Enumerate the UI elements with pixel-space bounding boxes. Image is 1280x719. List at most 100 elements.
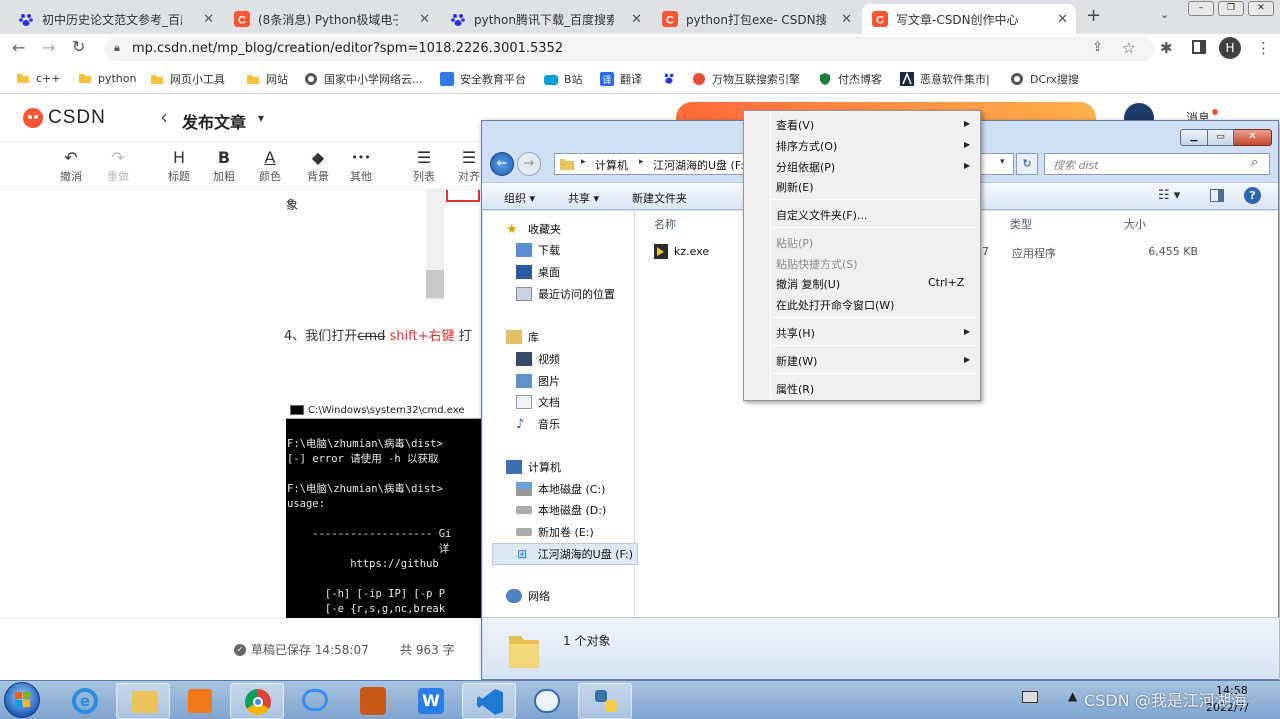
vscode-taskbar-icon[interactable] (462, 683, 516, 719)
breadcrumb-computer[interactable]: 计算机 (595, 157, 628, 173)
minimize-button[interactable]: ▁ (1180, 129, 1208, 146)
close-window-button[interactable]: ✕ (1248, 1, 1274, 16)
column-size[interactable]: 大小 (1124, 216, 1146, 232)
bookmark-web-tools[interactable]: 网页小工具 (150, 71, 225, 87)
bookmark-bilibili[interactable]: B站 (544, 71, 583, 87)
breadcrumb-drive[interactable]: 江河湖海的U盘 (F:) (653, 157, 748, 173)
share-icon[interactable]: ⇪ (1092, 40, 1103, 55)
new-tab-button[interactable]: + (1086, 5, 1101, 26)
nav-desktop[interactable]: 桌面 (516, 264, 560, 280)
nav-pictures[interactable]: 图片 (516, 373, 560, 389)
address-bar[interactable]: 🔒︎ mp.csdn.net/mp_blog/creation/editor?s… (104, 37, 1154, 61)
close-tab-icon[interactable]: ✕ (841, 12, 852, 27)
menu-item-undo-copy[interactable]: 撤消 复制(U) (776, 276, 840, 292)
bookmark-edu-cloud[interactable]: 国家中小学网络云... (304, 71, 423, 87)
nav-downloads[interactable]: 下载 (516, 242, 560, 258)
align-button[interactable]: ☰ 对齐 (456, 148, 482, 184)
close-tab-icon[interactable]: ✕ (1057, 12, 1068, 27)
view-options-icon[interactable]: ☷ ▾ (1158, 188, 1180, 203)
bookmark-translate[interactable]: 译翻译 (600, 71, 642, 87)
nav-drive-d[interactable]: 本地磁盘 (D:) (516, 502, 606, 518)
nav-libraries[interactable]: 库 (506, 329, 539, 345)
menu-item-customize-folder[interactable]: 自定义文件夹(F)... (776, 207, 867, 223)
menu-item-refresh[interactable]: 刷新(E) (776, 179, 814, 195)
bookmark-iot-search[interactable]: 万物互联搜索引擎 (692, 71, 800, 87)
bookmark-fujie-blog[interactable]: 付杰博客 (818, 71, 882, 87)
nav-videos[interactable]: 视频 (516, 351, 560, 367)
tab-5-active[interactable]: C 写文章-CSDN创作中心 ✕ (862, 4, 1076, 34)
column-type[interactable]: 类型 (1010, 216, 1032, 232)
keyboard-icon[interactable] (1022, 691, 1038, 703)
nav-documents[interactable]: 文档 (516, 394, 560, 410)
organize-menu[interactable]: 组织 ▾ (504, 190, 535, 206)
close-tab-icon[interactable]: ✕ (419, 12, 430, 27)
address-dropdown-icon[interactable]: ▾ (1000, 157, 1005, 167)
tab-search-icon[interactable]: ⌄ (1160, 8, 1169, 21)
minimize-button[interactable]: – (1188, 1, 1214, 16)
extensions-icon[interactable]: ✱ (1160, 39, 1173, 57)
tab-2[interactable]: C (8条消息) Python极域电子教室 ✕ (224, 4, 438, 34)
media-player-taskbar-icon[interactable] (172, 683, 226, 719)
nav-drive-f-selected[interactable]: ⊞ 江河湖海的U盘 (F:) (492, 543, 638, 565)
menu-kebab-icon[interactable]: ⋮ (1256, 39, 1271, 57)
chrome-taskbar-icon[interactable] (230, 683, 284, 719)
close-tab-icon[interactable]: ✕ (631, 12, 642, 27)
bold-button[interactable]: B 加粗 (210, 148, 238, 184)
restore-button[interactable]: ❐ (1218, 1, 1244, 16)
baidu-netdisk-taskbar-icon[interactable] (288, 683, 342, 719)
menu-item-open-command-window[interactable]: 在此处打开命令窗口(W) (776, 297, 894, 313)
preview-pane-icon[interactable] (1210, 189, 1224, 202)
bookmark-python[interactable]: python (78, 71, 136, 85)
title-dropdown-caret-icon[interactable]: ▾ (258, 111, 264, 125)
menu-item-sort-by[interactable]: 排序方式(O) (776, 138, 837, 154)
back-chevron-icon[interactable]: ‹ (160, 105, 168, 129)
menu-item-properties[interactable]: 属性(R) (776, 381, 814, 397)
forward-arrow-icon[interactable]: → (42, 38, 55, 57)
nav-music[interactable]: ♪ 音乐 (516, 416, 560, 432)
network-app-taskbar-icon[interactable] (520, 683, 574, 719)
more-button[interactable]: ••• 其他 (346, 148, 376, 184)
explorer-taskbar-icon[interactable] (116, 683, 170, 719)
list-button[interactable]: ☰ 列表 (410, 148, 438, 184)
text-color-button[interactable]: A 颜色 (256, 148, 284, 184)
ie-taskbar-icon[interactable]: e (58, 683, 112, 719)
bookmark-baidu[interactable] (662, 71, 682, 85)
maximize-button[interactable]: ▭ (1208, 129, 1234, 146)
help-icon[interactable]: ? (1244, 187, 1261, 204)
nav-network[interactable]: 网络 (506, 588, 550, 604)
bookmark-sites[interactable]: 网站 (246, 71, 288, 87)
background-color-button[interactable]: ◆ 背景 (304, 148, 332, 184)
nav-drive-c[interactable]: 本地磁盘 (C:) (516, 481, 605, 497)
heading-button[interactable]: H 标题 (164, 148, 194, 184)
back-button[interactable]: ← (490, 152, 514, 176)
bookmark-crx-search[interactable]: DCrx搜搜 (1010, 71, 1079, 87)
menu-item-new[interactable]: 新建(W) (776, 353, 817, 369)
back-arrow-icon[interactable]: ← (12, 38, 25, 57)
wps-taskbar-icon[interactable]: W (404, 683, 458, 719)
close-button[interactable]: ✕ (1234, 129, 1272, 146)
menu-item-group-by[interactable]: 分组依据(P) (776, 159, 835, 175)
tray-expand-icon[interactable]: ▲ (1068, 689, 1077, 703)
csdn-logo[interactable]: CSDN (22, 107, 106, 129)
bookmark-cpp[interactable]: c++ (16, 71, 60, 85)
bookmark-malware-market[interactable]: 恶意软件集市| (900, 71, 990, 87)
nav-favorites[interactable]: ★ 收藏夹 (506, 221, 561, 237)
embedded-scrollbar[interactable] (426, 190, 444, 300)
new-folder-button[interactable]: 新建文件夹 (632, 190, 687, 206)
share-menu[interactable]: 共享 ▾ (568, 190, 599, 206)
tab-1[interactable]: 初中历史论文范文参考_百度搜 ✕ (8, 4, 222, 34)
menu-item-share[interactable]: 共享(H) (776, 325, 815, 341)
close-tab-icon[interactable]: ✕ (203, 12, 214, 27)
column-name[interactable]: 名称 (654, 216, 676, 232)
star-icon[interactable]: ☆ (1122, 39, 1135, 57)
menu-item-view[interactable]: 查看(V) (776, 117, 814, 133)
redo-button[interactable]: ↷ 重做 (104, 148, 132, 184)
sidepanel-icon[interactable] (1192, 40, 1206, 54)
profile-avatar[interactable]: H (1219, 37, 1241, 59)
nav-computer[interactable]: 计算机 (506, 459, 561, 475)
tab-3[interactable]: python腾讯下载_百度搜索 ✕ (440, 4, 650, 34)
reload-icon[interactable]: ↻ (72, 37, 85, 56)
nav-drive-e[interactable]: 新加卷 (E:) (516, 524, 594, 540)
forward-button[interactable]: → (517, 152, 541, 176)
start-button[interactable] (4, 682, 40, 718)
